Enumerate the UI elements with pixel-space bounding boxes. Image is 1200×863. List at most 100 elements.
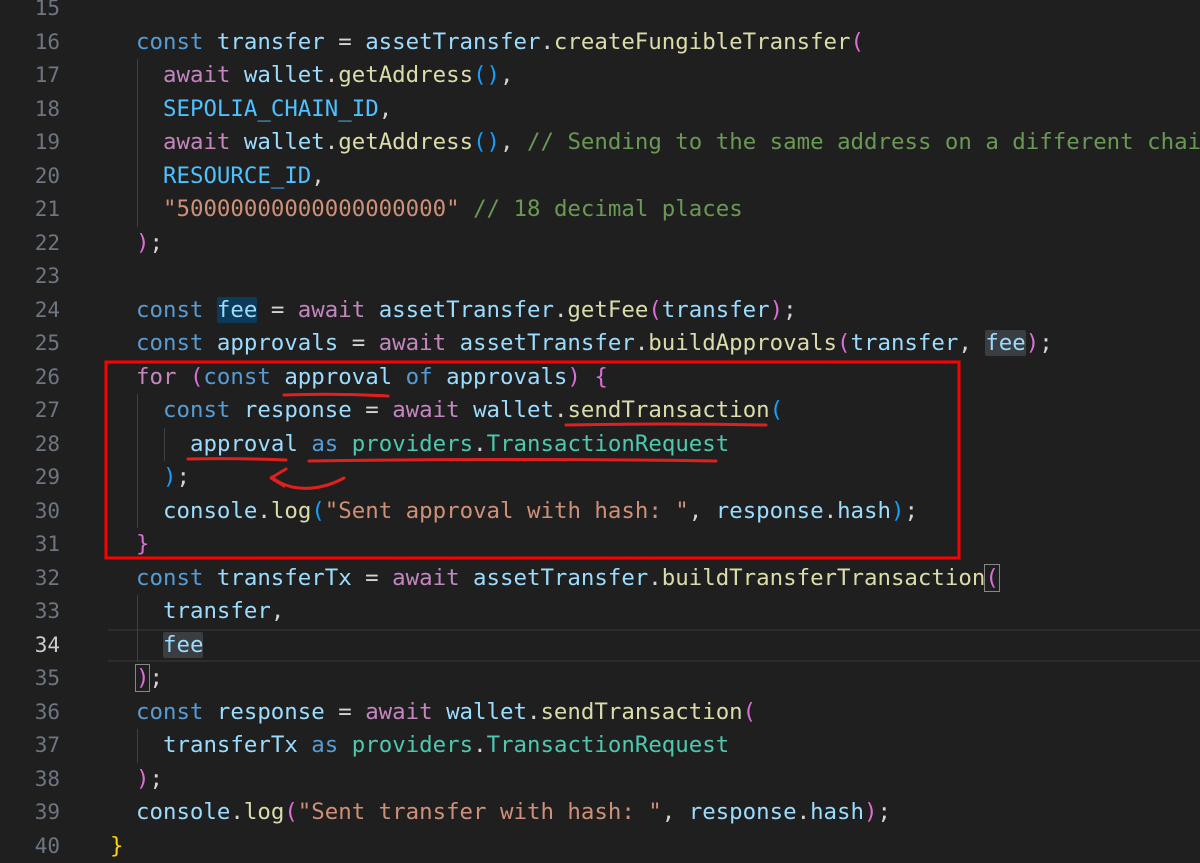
code-token: () [473, 129, 501, 155]
line-number[interactable]: 26 [0, 361, 60, 395]
code-text[interactable]: const transferTx = await assetTransfer.b… [136, 562, 1000, 596]
line-number[interactable]: 25 [0, 327, 60, 361]
code-line-17[interactable]: 17 await wallet.getAddress(), [0, 59, 1200, 93]
code-text[interactable]: const transfer = assetTransfer.createFun… [136, 26, 864, 60]
code-text[interactable]: transfer, [163, 595, 284, 629]
code-token: log [243, 799, 285, 825]
code-text[interactable]: ); [136, 763, 163, 797]
line-number[interactable]: 34 [0, 629, 60, 663]
code-editor[interactable]: 15 16 const transfer = assetTransfer.creat… [0, 0, 1200, 863]
line-number[interactable]: 38 [0, 763, 60, 797]
code-line-39[interactable]: 39 console.log("Sent transfer with hash: … [0, 796, 1200, 830]
code-line-38[interactable]: 38); [0, 763, 1200, 797]
code-text[interactable]: ); [163, 461, 190, 495]
line-number[interactable]: 29 [0, 461, 60, 495]
code-text[interactable]: ); [134, 662, 163, 696]
line-number[interactable]: 27 [0, 394, 60, 428]
code-line-33[interactable]: 33 transfer, [0, 595, 1200, 629]
code-token: , [270, 598, 285, 624]
code-line-25[interactable]: 25 const approvals = await assetTransfer.… [0, 327, 1200, 361]
code-text[interactable]: } [110, 830, 123, 863]
code-text[interactable]: const approvals = await assetTransfer.bu… [136, 327, 1053, 361]
code-token: "Sent transfer with hash: " [297, 799, 662, 825]
code-token: ) [863, 799, 878, 825]
line-number[interactable]: 18 [0, 93, 60, 127]
code-line-15[interactable]: 15 [0, 0, 1200, 26]
line-number[interactable]: 39 [0, 796, 60, 830]
line-number[interactable]: 30 [0, 495, 60, 529]
code-token: ) [163, 464, 177, 490]
code-text[interactable]: const response = await wallet.sendTransa… [163, 394, 783, 428]
code-line-20[interactable]: 20 RESOURCE_ID, [0, 159, 1200, 194]
code-text[interactable]: console.log("Sent transfer with hash: ",… [136, 796, 891, 830]
code-token: const [136, 28, 204, 55]
code-text[interactable]: ); [136, 227, 163, 261]
code-text[interactable]: SEPOLIA_CHAIN_ID, [163, 93, 392, 127]
code-token: = [324, 28, 366, 55]
code-line-40[interactable]: 40} [0, 830, 1200, 863]
code-token: transferTx [163, 732, 298, 758]
line-number[interactable]: 37 [0, 729, 60, 763]
code-text[interactable]: RESOURCE_ID, [163, 160, 325, 194]
code-text[interactable]: } [136, 528, 149, 562]
code-token: await [365, 698, 433, 725]
code-token: approvals [216, 330, 339, 356]
code-text[interactable]: transferTx as providers.TransactionReque… [163, 729, 729, 763]
code-text[interactable]: for (const approval of approvals) { [136, 361, 608, 395]
code-line-28[interactable]: 28 approval as providers.TransactionReque… [0, 427, 1200, 462]
code-line-37[interactable]: 37 transferTx as providers.TransactionReq… [0, 729, 1200, 763]
line-number[interactable]: 35 [0, 662, 60, 696]
code-text[interactable]: await wallet.getAddress(), [163, 59, 514, 93]
code-token: . [257, 497, 271, 524]
code-line-21[interactable]: 21 "50000000000000000000" // 18 decimal p… [0, 193, 1200, 227]
code-line-35[interactable]: 35); [0, 662, 1200, 696]
code-text[interactable]: const fee = await assetTransfer.getFee(t… [136, 294, 797, 328]
code-token: RESOURCE_ID [163, 162, 312, 189]
line-number[interactable]: 31 [0, 528, 60, 562]
code-text[interactable]: await wallet.getAddress(), // Sending to… [163, 126, 1200, 160]
line-number[interactable]: 28 [0, 428, 60, 462]
line-number[interactable]: 17 [0, 59, 60, 93]
line-number[interactable]: 15 [0, 0, 60, 26]
code-line-36[interactable]: 36 const response = await wallet.sendTran… [0, 696, 1200, 730]
line-number[interactable]: 40 [0, 830, 60, 863]
line-number[interactable]: 23 [0, 260, 60, 294]
line-number[interactable]: 21 [0, 193, 60, 227]
code-line-23[interactable]: 23 [0, 260, 1200, 294]
code-text[interactable]: "50000000000000000000" // 18 decimal pla… [163, 193, 743, 227]
line-number[interactable]: 24 [0, 294, 60, 328]
code-line-22[interactable]: 22); [0, 227, 1200, 261]
line-number[interactable]: 32 [0, 562, 60, 596]
indent-guide [136, 427, 138, 461]
code-line-16[interactable]: 16 const transfer = assetTransfer.createF… [0, 26, 1200, 60]
code-token: getAddress [338, 129, 474, 155]
code-token: ) [136, 229, 150, 256]
code-token: wallet [243, 62, 325, 88]
code-line-30[interactable]: 30 console.log("Sent approval with hash: … [0, 494, 1200, 529]
code-line-29[interactable]: 29); [0, 461, 1200, 495]
code-line-19[interactable]: 19 await wallet.getAddress(), // Sending … [0, 126, 1200, 160]
code-line-27[interactable]: 27 const response = await wallet.sendTran… [0, 394, 1200, 428]
line-number[interactable]: 36 [0, 696, 60, 730]
code-line-26[interactable]: 26 for (const approval of approvals) { [0, 361, 1200, 395]
code-text[interactable]: const response = await wallet.sendTransa… [136, 696, 756, 730]
code-text[interactable]: approval as providers.TransactionRequest [190, 428, 729, 462]
code-line-31[interactable]: 31} [0, 528, 1200, 562]
line-number[interactable]: 20 [0, 160, 60, 194]
line-number[interactable]: 19 [0, 126, 60, 160]
code-token: "50000000000000000000" [163, 196, 460, 222]
code-text[interactable]: fee [163, 629, 204, 663]
line-number[interactable]: 22 [0, 227, 60, 261]
code-line-34[interactable]: 34 fee [0, 628, 1200, 663]
code-line-24[interactable]: 24 const fee = await assetTransfer.getFee… [0, 294, 1200, 328]
line-number[interactable]: 33 [0, 595, 60, 629]
code-token: "Sent approval with hash: " [324, 497, 689, 524]
code-line-32[interactable]: 32 const transferTx = await assetTransfer… [0, 562, 1200, 596]
code-text[interactable]: console.log("Sent approval with hash: ",… [163, 495, 918, 529]
line-number[interactable]: 16 [0, 26, 60, 60]
code-line-18[interactable]: 18 SEPOLIA_CHAIN_ID, [0, 92, 1200, 127]
